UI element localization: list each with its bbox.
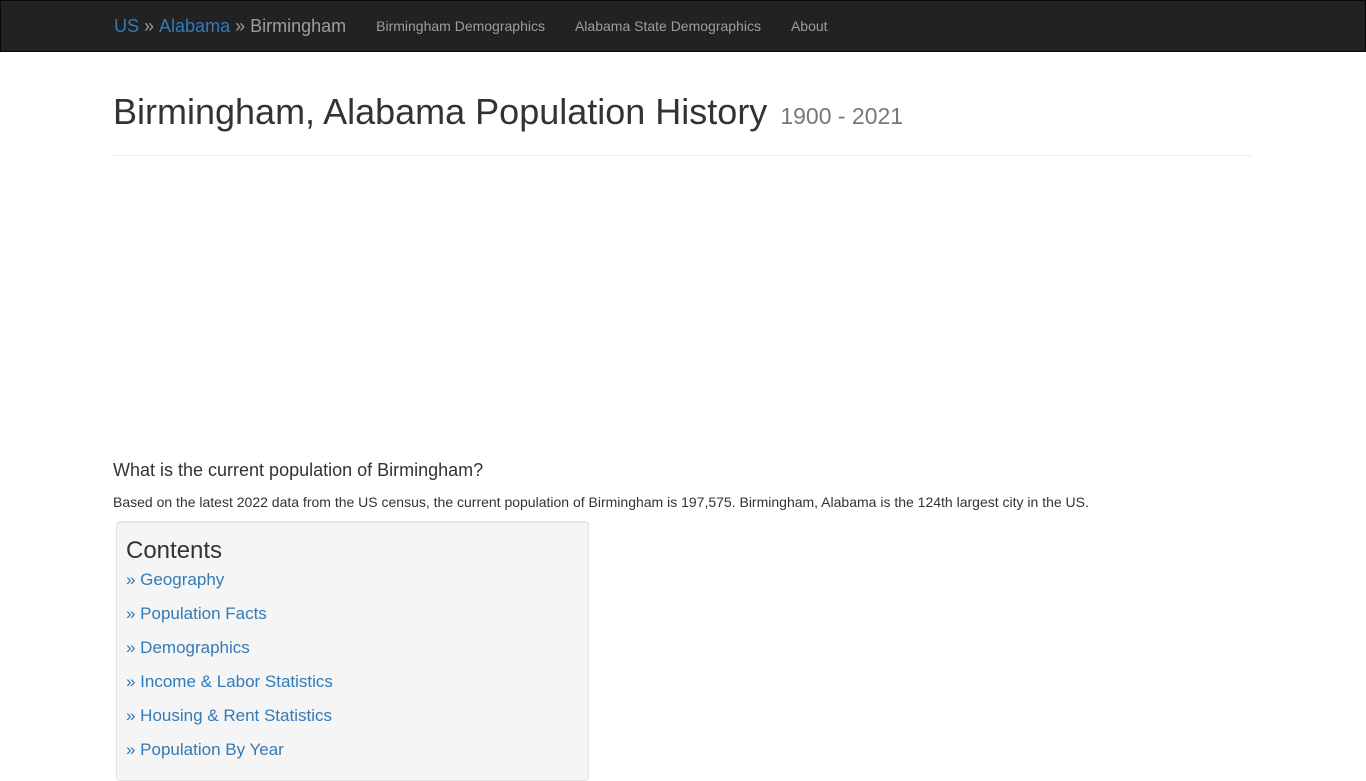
nav-link-state-demographics[interactable]: Alabama State Demographics: [560, 1, 776, 51]
contents-item: » Income & Labor Statistics: [126, 672, 579, 706]
breadcrumb: US » Alabama » Birmingham: [114, 16, 346, 36]
current-population-answer: Based on the latest 2022 data from the U…: [113, 494, 1089, 510]
breadcrumb-alabama-link[interactable]: Alabama: [159, 16, 230, 36]
nav-links: Birmingham Demographics Alabama State De…: [361, 1, 842, 51]
current-population-question: What is the current population of Birmin…: [113, 460, 484, 480]
page-header: Birmingham, Alabama Population History 1…: [113, 92, 1253, 156]
page-subtitle-years: 1900 - 2021: [780, 103, 904, 129]
ad-placeholder: [113, 156, 1253, 456]
contents-item: » Population Facts: [126, 604, 579, 638]
nav-link-about[interactable]: About: [776, 1, 843, 51]
top-navbar: US » Alabama » Birmingham Birmingham Dem…: [0, 0, 1366, 52]
main-container: Birmingham, Alabama Population History 1…: [113, 52, 1253, 781]
navbar-inner: US » Alabama » Birmingham Birmingham Dem…: [114, 1, 843, 51]
page-title: Birmingham, Alabama Population History 1…: [113, 92, 1253, 136]
contents-item: » Geography: [126, 570, 579, 604]
nav-link-city-demographics[interactable]: Birmingham Demographics: [361, 1, 560, 51]
contents-item: » Housing & Rent Statistics: [126, 706, 579, 740]
contents-link-population-facts[interactable]: » Population Facts: [126, 604, 267, 623]
breadcrumb-us-link[interactable]: US: [114, 16, 139, 36]
contents-box: Contents » Geography » Population Facts …: [116, 521, 589, 781]
contents-link-housing-rent[interactable]: » Housing & Rent Statistics: [126, 706, 332, 725]
contents-title: Contents: [126, 537, 223, 564]
page-title-text: Birmingham, Alabama Population History: [113, 91, 768, 132]
contents-item: » Demographics: [126, 638, 579, 672]
breadcrumb-current-city[interactable]: Birmingham: [250, 16, 346, 36]
breadcrumb-separator: »: [235, 16, 246, 36]
contents-link-income-labor[interactable]: » Income & Labor Statistics: [126, 672, 333, 691]
contents-list: » Geography » Population Facts » Demogra…: [126, 570, 579, 774]
contents-link-geography[interactable]: » Geography: [126, 570, 224, 589]
breadcrumb-separator: »: [144, 16, 155, 36]
contents-link-population-by-year[interactable]: » Population By Year: [126, 740, 284, 759]
contents-item: » Population By Year: [126, 740, 579, 774]
contents-link-demographics[interactable]: » Demographics: [126, 638, 250, 657]
